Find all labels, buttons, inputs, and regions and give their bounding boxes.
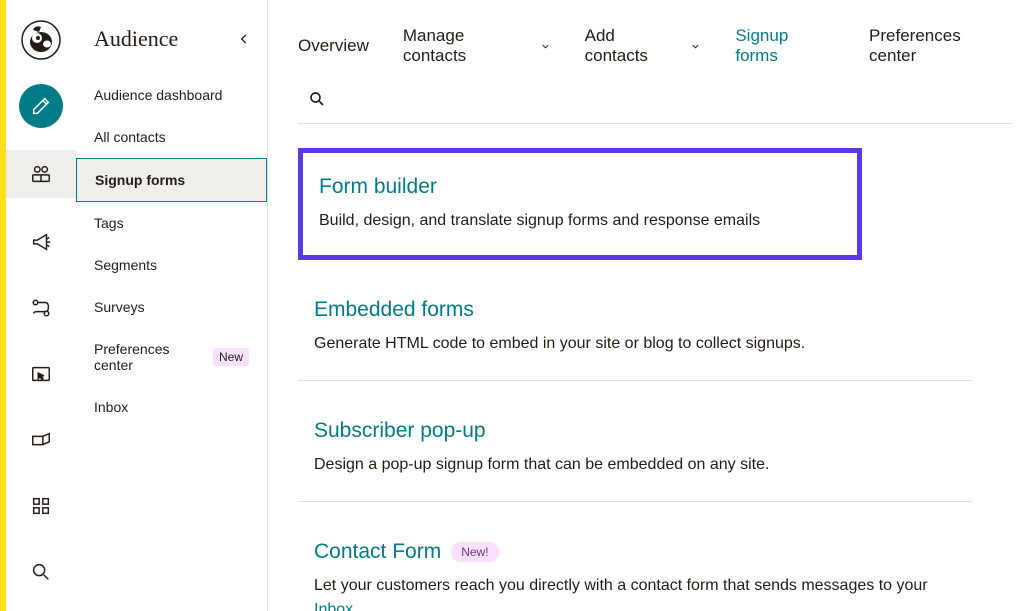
form-desc: Let your customers reach you directly wi… [314, 574, 956, 611]
form-title: Embedded forms [314, 298, 956, 322]
pencil-icon [30, 95, 52, 117]
new-badge: New [213, 348, 249, 366]
new-badge: New! [451, 542, 498, 562]
icon-rail [6, 0, 76, 611]
sidebar-item-inbox[interactable]: Inbox [76, 386, 267, 428]
postcard-icon [30, 429, 52, 451]
form-desc: Design a pop-up signup form that can be … [314, 453, 956, 477]
tab-signup-forms[interactable]: Signup forms [735, 26, 835, 66]
top-tabs: Overview Manage contacts Add contacts Si… [298, 26, 1012, 84]
tab-add-contacts[interactable]: Add contacts [585, 26, 702, 66]
sidebar-item-tags[interactable]: Tags [76, 202, 267, 244]
form-title: Subscriber pop-up [314, 419, 956, 443]
sidebar-item-preferences-center[interactable]: Preferences center New [76, 328, 267, 386]
form-desc: Generate HTML code to embed in your site… [314, 332, 956, 356]
brand-logo[interactable] [19, 18, 63, 62]
form-title-text: Contact Form [314, 540, 441, 564]
desc-text: Let your customers reach you directly wi… [314, 577, 928, 594]
form-title-text: Subscriber pop-up [314, 419, 486, 443]
sidebar-item-label: Inbox [94, 399, 128, 415]
form-title: Contact Form New! [314, 540, 956, 564]
tab-label: Preferences center [869, 26, 1012, 66]
nav-campaigns[interactable] [19, 220, 63, 264]
form-title-text: Form builder [319, 175, 437, 199]
grid-icon [30, 495, 52, 517]
sidebar-item-segments[interactable]: Segments [76, 244, 267, 286]
tab-label: Overview [298, 36, 369, 56]
audience-icon [30, 163, 52, 185]
sidebar-item-surveys[interactable]: Surveys [76, 286, 267, 328]
search-icon [30, 561, 52, 583]
inbox-link[interactable]: Inbox [314, 601, 353, 611]
tab-manage-contacts[interactable]: Manage contacts [403, 26, 551, 66]
megaphone-icon [30, 231, 52, 253]
nav-website[interactable] [19, 352, 63, 396]
form-option-form-builder[interactable]: Form builder Build, design, and translat… [298, 148, 862, 260]
nav-content[interactable] [19, 418, 63, 462]
form-title: Form builder [319, 175, 841, 199]
form-list: Form builder Build, design, and translat… [298, 124, 1012, 611]
search-row[interactable] [298, 84, 1012, 124]
sub-nav-header: Audience [76, 26, 267, 74]
sidebar-item-dashboard[interactable]: Audience dashboard [76, 74, 267, 116]
mailchimp-logo-icon [21, 20, 61, 60]
sidebar-item-label: Surveys [94, 299, 145, 315]
nav-search[interactable] [19, 550, 63, 594]
tab-preferences-center[interactable]: Preferences center [869, 26, 1012, 66]
chevron-down-icon [690, 41, 701, 52]
sidebar-item-label: All contacts [94, 129, 166, 145]
sub-nav: Audience Audience dashboard All contacts… [76, 0, 268, 611]
sidebar-item-label: Preferences center [94, 341, 205, 373]
chevron-down-icon [540, 41, 551, 52]
search-icon [308, 90, 326, 108]
sidebar-item-label: Signup forms [95, 172, 185, 188]
tab-overview[interactable]: Overview [298, 36, 369, 56]
sidebar-item-all-contacts[interactable]: All contacts [76, 116, 267, 158]
nav-automations[interactable] [19, 286, 63, 330]
tab-label: Signup forms [735, 26, 835, 66]
form-option-contact-form[interactable]: Contact Form New! Let your customers rea… [298, 526, 972, 611]
desc-text: . [353, 601, 357, 611]
sidebar-item-label: Tags [94, 215, 124, 231]
main-content: Overview Manage contacts Add contacts Si… [268, 0, 1026, 611]
nav-integrations[interactable] [19, 484, 63, 528]
cursor-window-icon [30, 363, 52, 385]
form-option-subscriber-popup[interactable]: Subscriber pop-up Design a pop-up signup… [298, 405, 972, 502]
sub-nav-title: Audience [94, 26, 178, 52]
journey-icon [30, 297, 52, 319]
form-option-embedded-forms[interactable]: Embedded forms Generate HTML code to emb… [298, 284, 972, 381]
sidebar-item-label: Segments [94, 257, 157, 273]
form-title-text: Embedded forms [314, 298, 474, 322]
tab-label: Manage contacts [403, 26, 532, 66]
nav-audience[interactable] [6, 150, 76, 198]
sidebar-item-label: Audience dashboard [94, 87, 222, 103]
sidebar-item-signup-forms[interactable]: Signup forms [76, 158, 267, 202]
form-desc: Build, design, and translate signup form… [319, 209, 841, 233]
tab-label: Add contacts [585, 26, 683, 66]
chevron-left-icon[interactable] [237, 32, 251, 46]
nav-create[interactable] [19, 84, 63, 128]
